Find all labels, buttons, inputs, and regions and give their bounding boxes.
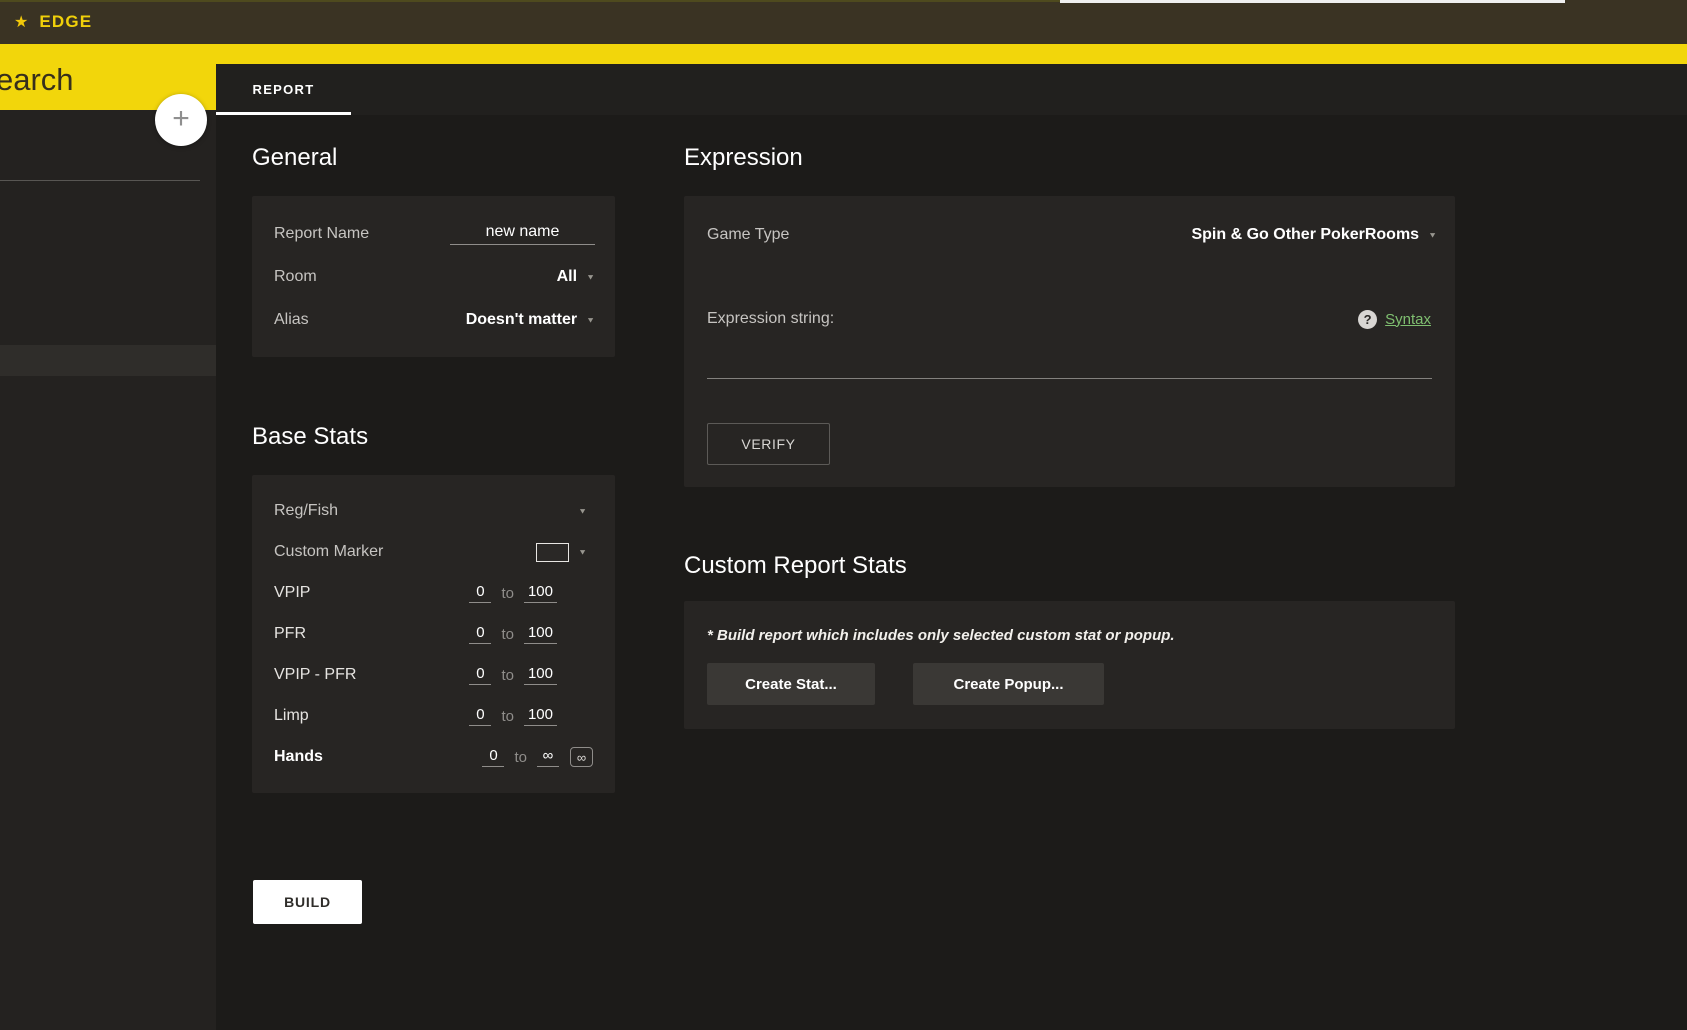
custom-report-stats-card: * Build report which includes only selec… bbox=[684, 601, 1455, 729]
pfr-to-input[interactable]: 100 bbox=[523, 624, 557, 644]
color-swatch[interactable] bbox=[536, 542, 570, 562]
reg-fish-select[interactable]: ▼ bbox=[578, 506, 587, 516]
tab-report-label: REPORT bbox=[252, 82, 315, 97]
syntax-link[interactable]: Syntax bbox=[1385, 311, 1431, 328]
plus-icon: + bbox=[172, 101, 190, 135]
create-stat-button[interactable]: Create Stat... bbox=[707, 663, 875, 705]
pfr-row: PFR 0 to 100 bbox=[274, 614, 593, 655]
help-icon[interactable]: ? bbox=[1358, 309, 1378, 329]
syntax-help-group: ? Syntax bbox=[1358, 309, 1431, 329]
custom-report-stats-title: Custom Report Stats bbox=[684, 552, 907, 579]
expression-card: Game Type Spin & Go Other PokerRooms ▼ E… bbox=[684, 196, 1455, 487]
reg-fish-label: Reg/Fish bbox=[274, 502, 339, 519]
alias-select[interactable]: Doesn't matter ▼ bbox=[466, 311, 595, 329]
report-name-input[interactable]: new name bbox=[450, 223, 595, 245]
tab-report[interactable]: REPORT bbox=[216, 64, 351, 115]
tab-active-underline bbox=[216, 112, 351, 115]
alias-label: Alias bbox=[274, 310, 309, 328]
chevron-down-icon: ▼ bbox=[586, 315, 595, 324]
room-row: Room All ▼ bbox=[274, 255, 595, 298]
limp-label: Limp bbox=[274, 707, 309, 724]
hands-from-input[interactable]: 0 bbox=[482, 747, 505, 767]
limp-from-input[interactable]: 0 bbox=[469, 706, 492, 726]
range-to-label: to bbox=[501, 625, 514, 643]
game-type-value: Spin & Go Other PokerRooms bbox=[1191, 226, 1420, 243]
sidebar-selected-row[interactable] bbox=[0, 345, 216, 376]
sidebar bbox=[0, 110, 216, 1030]
limp-row: Limp 0 to 100 bbox=[274, 696, 593, 737]
game-type-select[interactable]: Spin & Go Other PokerRooms ▼ bbox=[1191, 226, 1437, 244]
base-stats-card: Reg/Fish ▼ Custom Marker ▼ VPIP 0 to 100… bbox=[252, 475, 615, 793]
vpip-pfr-label: VPIP - PFR bbox=[274, 666, 357, 683]
main-area: REPORT General Report Name new name Room… bbox=[216, 64, 1687, 1030]
custom-marker-row: Custom Marker ▼ bbox=[274, 532, 593, 573]
custom-marker-select[interactable]: ▼ bbox=[536, 542, 587, 562]
pfr-range: 0 to 100 bbox=[469, 624, 557, 644]
vpip-row: VPIP 0 to 100 bbox=[274, 573, 593, 614]
vpip-label: VPIP bbox=[274, 584, 311, 601]
hands-row: Hands 0 to ∞ ∞ bbox=[274, 737, 593, 778]
report-name-label: Report Name bbox=[274, 224, 370, 242]
range-to-label: to bbox=[501, 584, 514, 602]
infinity-toggle-button[interactable]: ∞ bbox=[570, 747, 593, 767]
alias-value: Doesn't matter bbox=[465, 310, 578, 328]
vpip-pfr-to-input[interactable]: 100 bbox=[523, 665, 557, 685]
vpip-range: 0 to 100 bbox=[469, 583, 557, 603]
pfr-label: PFR bbox=[274, 625, 306, 642]
chevron-down-icon: ▼ bbox=[586, 272, 595, 281]
range-to-label: to bbox=[501, 666, 514, 684]
limp-to-input[interactable]: 100 bbox=[523, 706, 557, 726]
create-popup-button[interactable]: Create Popup... bbox=[913, 663, 1104, 705]
base-stats-title: Base Stats bbox=[252, 423, 369, 450]
add-button[interactable]: + bbox=[155, 94, 207, 146]
star-icon: ★ bbox=[14, 14, 29, 31]
general-title: General bbox=[252, 144, 338, 171]
sidebar-divider bbox=[0, 180, 200, 181]
hands-label: Hands bbox=[274, 748, 323, 765]
expression-title: Expression bbox=[684, 144, 803, 171]
verify-button[interactable]: VERIFY bbox=[707, 423, 830, 465]
custom-marker-label: Custom Marker bbox=[274, 543, 384, 560]
room-select[interactable]: All ▼ bbox=[557, 268, 595, 286]
vpip-from-input[interactable]: 0 bbox=[469, 583, 492, 603]
range-to-label: to bbox=[514, 748, 527, 766]
pfr-from-input[interactable]: 0 bbox=[469, 624, 492, 644]
accent-strip bbox=[0, 44, 1687, 64]
window-edge-highlight bbox=[1060, 0, 1565, 3]
game-type-row: Game Type Spin & Go Other PokerRooms ▼ bbox=[707, 220, 1437, 250]
window-top-edge bbox=[0, 0, 1060, 2]
range-to-label: to bbox=[501, 707, 514, 725]
room-value: All bbox=[556, 267, 578, 285]
vpip-pfr-range: 0 to 100 bbox=[469, 665, 557, 685]
tab-bar: REPORT bbox=[216, 64, 1687, 115]
expression-string-input[interactable] bbox=[707, 378, 1432, 379]
chevron-down-icon: ▼ bbox=[578, 506, 587, 516]
hands-range: 0 to ∞ ∞ bbox=[482, 747, 593, 767]
top-bar: ★ EDGE bbox=[0, 0, 1687, 44]
alias-row: Alias Doesn't matter ▼ bbox=[274, 298, 595, 341]
limp-range: 0 to 100 bbox=[469, 706, 557, 726]
room-label: Room bbox=[274, 267, 317, 285]
build-button[interactable]: BUILD bbox=[253, 880, 362, 924]
chevron-down-icon: ▼ bbox=[1428, 230, 1437, 240]
vpip-pfr-row: VPIP - PFR 0 to 100 bbox=[274, 655, 593, 696]
chevron-down-icon: ▼ bbox=[578, 547, 587, 557]
brand-label: EDGE bbox=[39, 12, 93, 31]
reg-fish-row: Reg/Fish ▼ bbox=[274, 491, 593, 532]
expression-string-row: Expression string: ? Syntax bbox=[707, 308, 1431, 330]
infinity-icon: ∞ bbox=[576, 749, 587, 765]
report-name-row: Report Name new name bbox=[274, 212, 595, 255]
hands-to-input[interactable]: ∞ bbox=[537, 747, 559, 767]
custom-stats-note: * Build report which includes only selec… bbox=[707, 627, 1175, 644]
general-card: Report Name new name Room All ▼ Alias Do… bbox=[252, 196, 615, 357]
search-label: earch bbox=[0, 62, 74, 97]
vpip-to-input[interactable]: 100 bbox=[523, 583, 557, 603]
game-type-label: Game Type bbox=[707, 226, 790, 243]
expression-string-label: Expression string: bbox=[707, 310, 835, 327]
vpip-pfr-from-input[interactable]: 0 bbox=[469, 665, 492, 685]
